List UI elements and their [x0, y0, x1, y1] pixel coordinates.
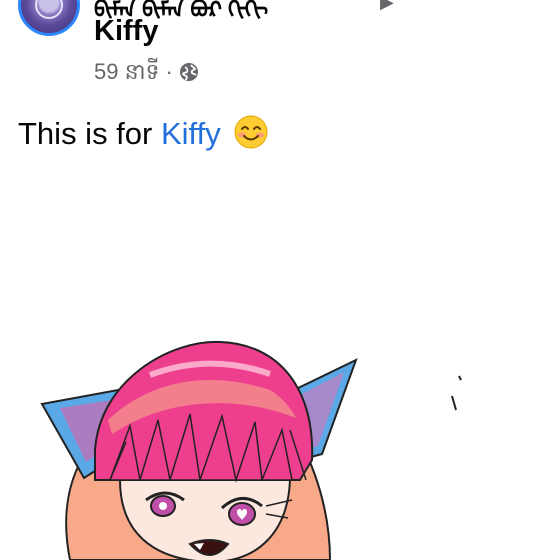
facebook-post: ᠪᠢᠮᠠᠨ ᠪᠢᠮᠠᠨ ᠪᠣᠷ ᠬᠢᠬᠢ ▶ Kiffy 59 នាទី · T…	[0, 0, 560, 560]
avatar-emblem	[35, 0, 63, 19]
arrow-right-icon: ▶	[380, 0, 394, 12]
mention-link[interactable]: Kiffy	[161, 116, 221, 151]
group-name-link[interactable]: Kiffy	[94, 14, 158, 48]
globe-icon[interactable]	[179, 62, 199, 82]
post-text-prefix: This is for	[18, 116, 161, 151]
cat-girl-drawing[interactable]	[0, 330, 560, 560]
post-message: This is for Kiffy	[18, 114, 269, 153]
profile-avatar[interactable]	[18, 0, 80, 36]
post-meta: 59 នាទី ·	[94, 58, 199, 86]
smiling-face-icon	[234, 115, 268, 149]
post-timestamp[interactable]: 59 នាទី	[94, 58, 160, 86]
meta-separator: ·	[165, 59, 173, 84]
